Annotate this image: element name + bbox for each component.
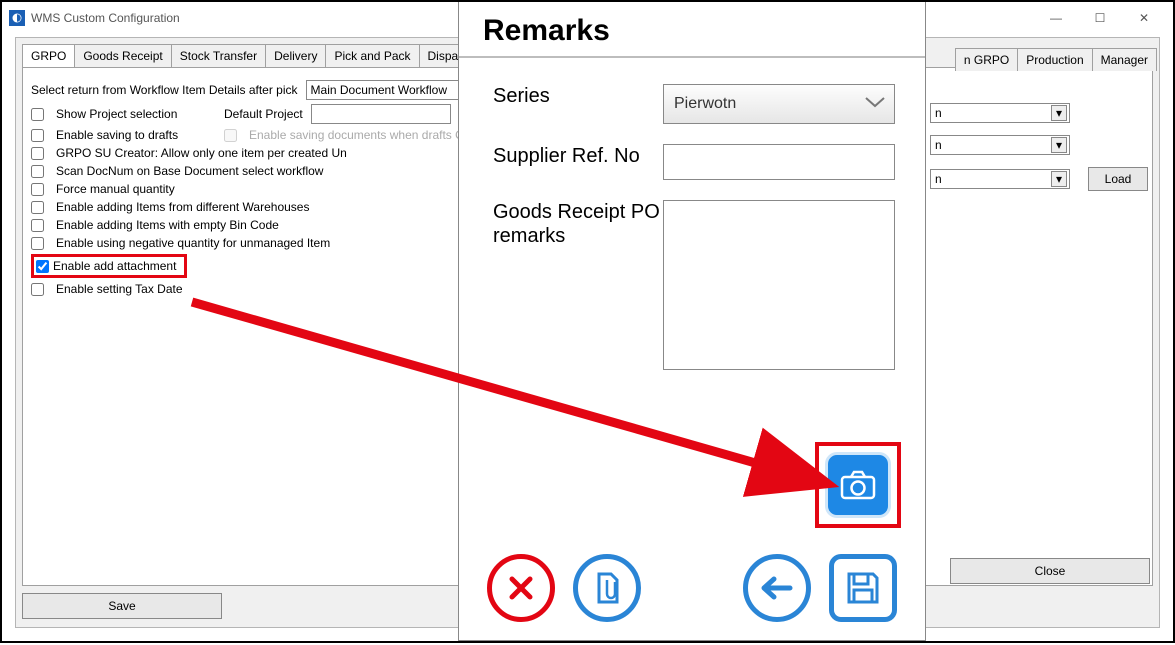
- lbl-show-project: Show Project selection: [56, 107, 216, 121]
- chk-force-qty[interactable]: [31, 183, 44, 196]
- lbl-default-project: Default Project: [224, 107, 303, 121]
- lbl-force-qty: Force manual quantity: [56, 182, 175, 196]
- goods-remarks-label: Goods Receipt PO remarks: [493, 200, 663, 248]
- lbl-su-creator: GRPO SU Creator: Allow only one item per…: [56, 146, 347, 160]
- chevron-down-icon: ▾: [1051, 171, 1067, 187]
- save-button[interactable]: Save: [22, 593, 222, 619]
- lbl-enable-drafts: Enable saving to drafts: [56, 128, 216, 142]
- select-return-label: Select return from Workflow Item Details…: [31, 83, 298, 97]
- select-return-value: Main Document Workflow: [311, 83, 448, 97]
- app-icon: [9, 10, 25, 26]
- cancel-icon: [506, 573, 536, 603]
- lbl-scan-docnum: Scan DocNum on Base Document select work…: [56, 164, 323, 178]
- right-dd-3[interactable]: n▾: [930, 169, 1070, 189]
- series-label: Series: [493, 84, 663, 108]
- highlight-enable-attachment: Enable add attachment: [31, 254, 187, 278]
- highlight-camera-button: [815, 442, 901, 528]
- series-value: Pierwotn: [674, 95, 736, 113]
- chk-add-attachment[interactable]: [36, 260, 49, 273]
- lbl-enable-drafts-docs: Enable saving documents when drafts ON: [249, 128, 473, 142]
- lbl-neg-qty: Enable using negative quantity for unman…: [56, 236, 330, 250]
- load-button[interactable]: Load: [1088, 167, 1148, 191]
- back-icon: [760, 576, 794, 600]
- default-project-input[interactable]: [311, 104, 451, 124]
- close-window-button[interactable]: ✕: [1122, 5, 1166, 31]
- save-remarks-button[interactable]: [829, 554, 897, 622]
- lbl-diff-wh: Enable adding Items from different Wareh…: [56, 200, 309, 214]
- camera-button[interactable]: [825, 452, 891, 518]
- chk-enable-drafts[interactable]: [31, 129, 44, 142]
- cancel-button[interactable]: [487, 554, 555, 622]
- tab-grpo[interactable]: GRPO: [22, 44, 75, 67]
- chevron-down-icon: [864, 95, 886, 114]
- tab-pick-and-pack[interactable]: Pick and Pack: [325, 44, 419, 67]
- chk-scan-docnum[interactable]: [31, 165, 44, 178]
- chk-show-project[interactable]: [31, 108, 44, 121]
- lbl-tax-date: Enable setting Tax Date: [56, 282, 183, 296]
- supplier-ref-input[interactable]: [663, 144, 895, 180]
- right-dd-2[interactable]: n▾: [930, 135, 1070, 155]
- chk-su-creator[interactable]: [31, 147, 44, 160]
- right-dd-1[interactable]: n▾: [930, 103, 1070, 123]
- window-title: WMS Custom Configuration: [31, 11, 180, 25]
- supplier-ref-label: Supplier Ref. No: [493, 144, 663, 168]
- chk-neg-qty[interactable]: [31, 237, 44, 250]
- remarks-title: Remarks: [459, 2, 925, 58]
- chk-enable-drafts-docs: [224, 129, 237, 142]
- chk-diff-wh[interactable]: [31, 201, 44, 214]
- tab-strip-right: n GRPO Production Manager: [955, 48, 1156, 71]
- remarks-action-row: [459, 554, 925, 622]
- lbl-add-attachment: Enable add attachment: [53, 259, 176, 273]
- tab-production[interactable]: Production: [1017, 48, 1092, 71]
- attachments-button[interactable]: [573, 554, 641, 622]
- maximize-button[interactable]: ☐: [1078, 5, 1122, 31]
- back-button[interactable]: [743, 554, 811, 622]
- tab-stock-transfer[interactable]: Stock Transfer: [171, 44, 266, 67]
- remarks-panel: Remarks Series Pierwotn Supplier Ref. No…: [458, 2, 926, 641]
- camera-icon: [840, 470, 876, 500]
- series-dropdown[interactable]: Pierwotn: [663, 84, 895, 124]
- minimize-button[interactable]: —: [1034, 5, 1078, 31]
- tab-manager[interactable]: Manager: [1092, 48, 1157, 71]
- chk-empty-bin[interactable]: [31, 219, 44, 232]
- goods-remarks-textarea[interactable]: [663, 200, 895, 370]
- save-icon: [845, 570, 881, 606]
- chk-tax-date[interactable]: [31, 283, 44, 296]
- chevron-down-icon: ▾: [1051, 137, 1067, 153]
- attachments-icon: [591, 570, 623, 606]
- right-settings-column: n▾ n▾ n▾ Load: [930, 99, 1160, 195]
- close-button[interactable]: Close: [950, 558, 1150, 584]
- lbl-empty-bin: Enable adding Items with empty Bin Code: [56, 218, 279, 232]
- tab-goods-receipt[interactable]: Goods Receipt: [74, 44, 171, 67]
- tab-delivery[interactable]: Delivery: [265, 44, 326, 67]
- tab-return-grpo[interactable]: n GRPO: [955, 48, 1018, 71]
- chevron-down-icon: ▾: [1051, 105, 1067, 121]
